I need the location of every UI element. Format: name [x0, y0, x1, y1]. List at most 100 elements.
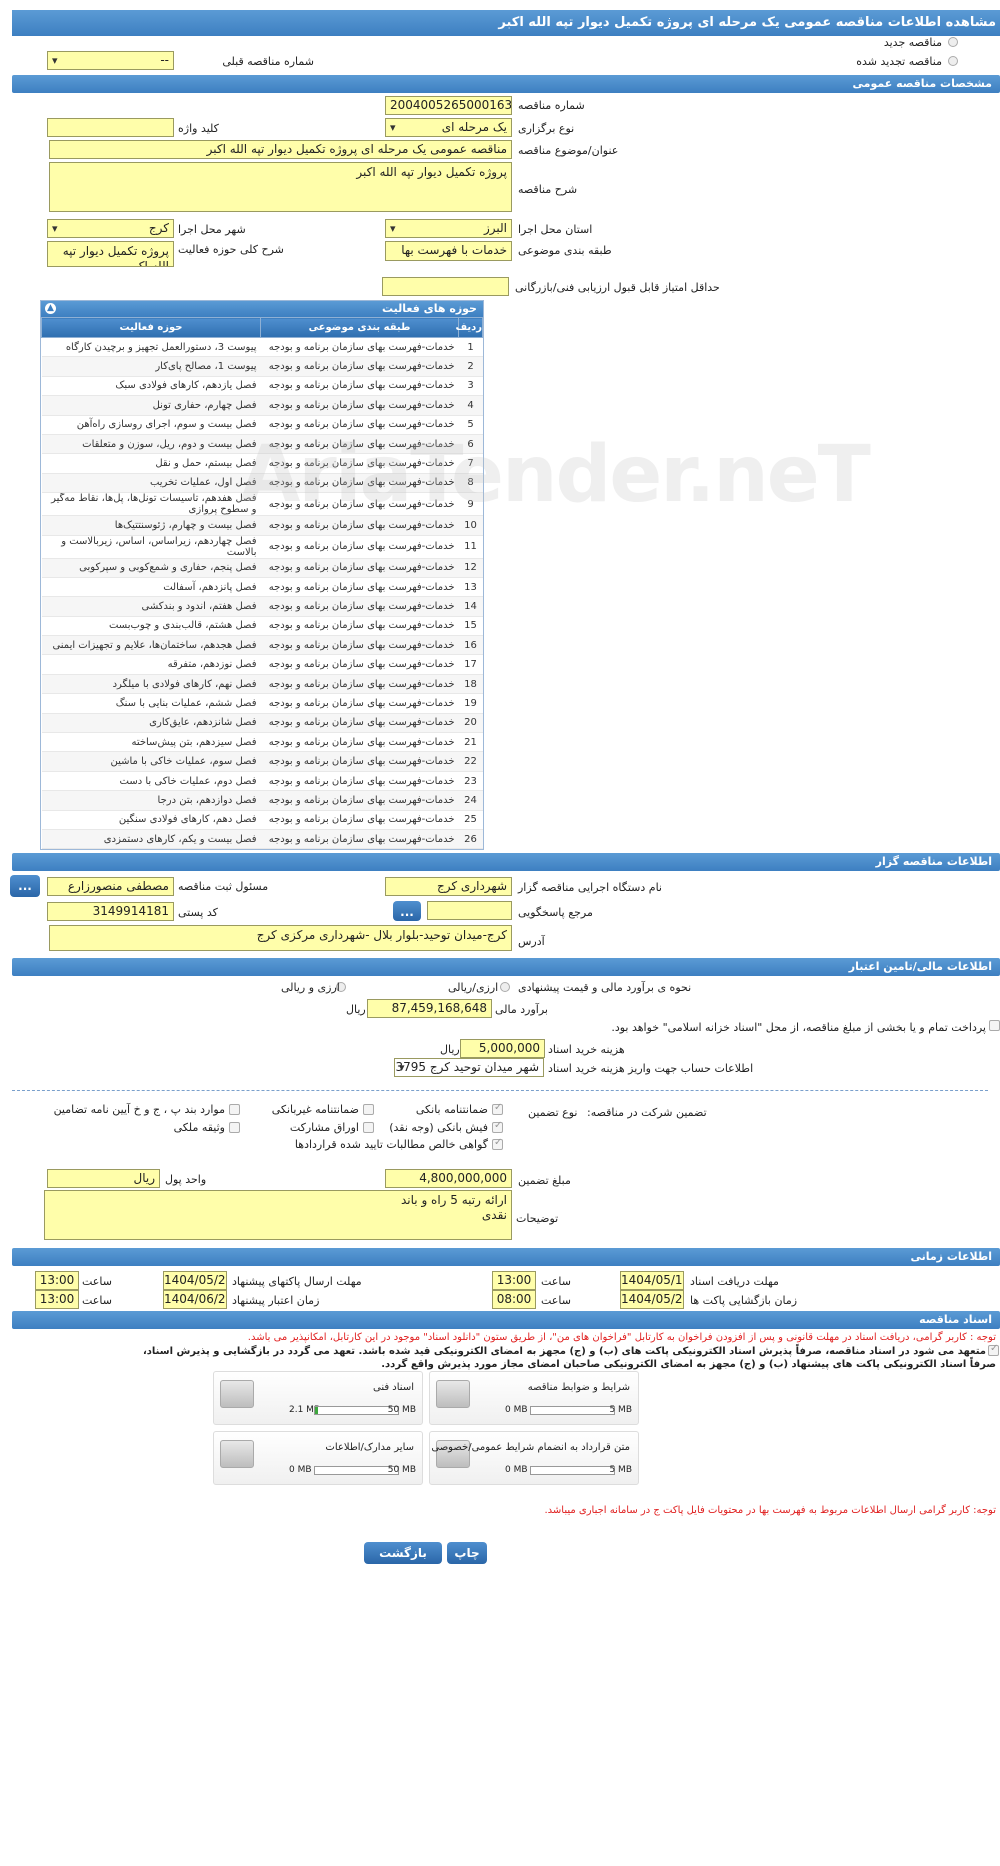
row-field: فصل هشتم، قالب‌بندی و چوب‌بست: [41, 616, 261, 637]
row-category: خدمات-فهرست بهای سازمان برنامه و بودجه: [260, 558, 459, 578]
prev-number-select[interactable]: --: [47, 51, 174, 70]
province-label: استان محل اجرا: [518, 223, 593, 236]
row-category: خدمات-فهرست بهای سازمان برنامه و بودجه: [260, 356, 459, 377]
document-name: اسناد فنی: [373, 1382, 414, 1393]
amount-field: 4,800,000,000: [385, 1169, 512, 1188]
document-slot[interactable]: سایر مدارک/اطلاعات 0 MB 50 MB: [213, 1431, 423, 1485]
document-max: 50 MB: [387, 1465, 416, 1475]
row-category: خدمات-فهرست بهای سازمان برنامه و بودجه: [260, 395, 459, 416]
row-field: فصل هفتم، اندود و بندکشی: [41, 596, 261, 617]
row-number: 21: [458, 732, 483, 753]
organizer-header: اطلاعات مناقصه گزار: [12, 853, 1000, 871]
currency-label: واحد پول: [165, 1173, 207, 1186]
back-button[interactable]: بازگشت: [364, 1542, 442, 1564]
account-select[interactable]: شهر میدان توحید کرج 3795.: [394, 1058, 544, 1077]
timing-header: اطلاعات زمانی: [12, 1248, 1000, 1266]
row-number: 23: [458, 771, 483, 792]
renewed-tender-radio[interactable]: [948, 56, 958, 66]
resp-label: مسئول ثبت مناقصه: [178, 880, 269, 893]
postal-field: 3149914181: [47, 902, 174, 921]
row-category: خدمات-فهرست بهای سازمان برنامه و بودجه: [260, 810, 459, 830]
keyword-label: کلید واژه: [178, 122, 219, 135]
row-field: فصل سیزدهم، بتن پیش‌ساخته: [41, 732, 261, 753]
activity-row: 2 خدمات-فهرست بهای سازمان برنامه و بودجه پ…: [41, 356, 483, 377]
keyword-field[interactable]: [47, 118, 174, 137]
ref-field[interactable]: [427, 901, 512, 920]
desc-label: شرح مناقصه: [518, 183, 578, 196]
page-title: مشاهده اطلاعات مناقصه عمومی یک مرحله ای …: [12, 10, 1000, 36]
activity-row: 22 خدمات-فهرست بهای سازمان برنامه و بودجه…: [41, 751, 483, 772]
category-field: خدمات با فهرست بها: [385, 241, 512, 261]
method-opt1-radio[interactable]: [500, 982, 510, 992]
guarantee-checkbox[interactable]: [229, 1104, 240, 1115]
row-field: فصل بیست و چهارم، ژئوسنتتیک‌ها: [41, 515, 261, 536]
submit-label: مهلت ارسال پاکتهای پیشنهاد: [232, 1275, 362, 1288]
collapse-icon[interactable]: ▲: [45, 303, 56, 314]
row-number: 16: [458, 635, 483, 656]
resp-more-button[interactable]: ...: [10, 875, 40, 897]
guarantee-option-label: فیش بانکی (وجه نقد): [389, 1121, 488, 1134]
document-size: 0 MB: [289, 1465, 312, 1475]
row-field: فصل ششم، عملیات بنایی با سنگ: [41, 693, 261, 714]
guarantee-checkbox[interactable]: [492, 1120, 503, 1133]
row-number: 18: [458, 674, 483, 695]
row-category: خدمات-فهرست بهای سازمان برنامه و بودجه: [260, 616, 459, 637]
row-number: 12: [458, 558, 483, 578]
treasury-checkbox[interactable]: [989, 1020, 1000, 1031]
guarantee-checkbox[interactable]: [363, 1122, 374, 1133]
type-select[interactable]: یک مرحله ای: [385, 118, 512, 137]
submit-time-label: ساعت: [82, 1275, 112, 1288]
row-field: فصل نهم، کارهای فولادی با میلگرد: [41, 674, 261, 695]
receive-time-label: ساعت: [541, 1275, 571, 1288]
activity-row: 13 خدمات-فهرست بهای سازمان برنامه و بودجه…: [41, 577, 483, 598]
row-field: فصل هجدهم، ساختمان‌ها، علایم و تجهیزات ا…: [41, 635, 261, 656]
province-select[interactable]: البرز: [385, 219, 512, 238]
scope-label: شرح کلی حوزه فعالیت: [178, 243, 284, 256]
col-row: ردیف: [455, 317, 483, 338]
notes-line1: ارائه رتبه 5 راه و باند: [401, 1193, 507, 1207]
row-category: خدمات-فهرست بهای سازمان برنامه و بودجه: [260, 337, 459, 358]
document-slot[interactable]: شرایط و ضوابط مناقصه 0 MB 5 MB: [429, 1371, 639, 1425]
notes-label: توضیحات: [516, 1212, 559, 1225]
addr-field: کرج-میدان توحید-بلوار بلال -شهرداری مرکز…: [49, 925, 512, 951]
account-value: شهر میدان توحید کرج 3795.: [395, 1060, 539, 1074]
guarantee-checkbox[interactable]: [492, 1137, 503, 1150]
folder-icon[interactable]: [436, 1380, 470, 1408]
document-slot[interactable]: متن قرارداد به انضمام شرایط عمومی/خصوصی 0…: [429, 1431, 639, 1485]
city-select[interactable]: کرج: [47, 219, 174, 238]
receive-date: 1404/05/11: [620, 1271, 684, 1290]
guarantee-option-label: موارد بند پ ، ج و خ آیین نامه تضامین: [53, 1103, 225, 1116]
guarantee-checkbox[interactable]: [492, 1102, 503, 1115]
addr-label: آدرس: [518, 935, 545, 948]
col-field: حوزه فعالیت: [41, 317, 261, 338]
document-slot[interactable]: اسناد فنی 2.1 MB 50 MB: [213, 1371, 423, 1425]
receive-time: 13:00: [492, 1271, 536, 1290]
min-score-field[interactable]: [382, 277, 509, 296]
est-label: برآورد مالی: [495, 1003, 548, 1016]
row-field: فصل شانزدهم، عایق‌کاری: [41, 713, 261, 734]
commit-checkbox[interactable]: [988, 1343, 999, 1356]
ref-more-button[interactable]: ...: [393, 901, 421, 921]
new-tender-radio[interactable]: [948, 37, 958, 47]
row-field: فصل سوم، عملیات خاکی با ماشین: [41, 751, 261, 772]
row-field: فصل هفدهم، تاسیسات تونل‌ها، پل‌ها، نقاط …: [41, 492, 261, 517]
folder-icon[interactable]: [220, 1380, 254, 1408]
method-label: نحوه ی برآورد مالی و قیمت پیشنهادی: [518, 981, 692, 994]
print-button[interactable]: چاپ: [447, 1542, 487, 1564]
folder-icon[interactable]: [220, 1440, 254, 1468]
row-number: 13: [458, 577, 483, 598]
row-field: فصل بیست و دوم، ریل، سوزن و متعلقات: [41, 434, 261, 455]
row-category: خدمات-فهرست بهای سازمان برنامه و بودجه: [260, 674, 459, 695]
row-number: 15: [458, 616, 483, 637]
guarantee-checkbox[interactable]: [229, 1122, 240, 1133]
guarantee-option-label: ضمانتنامه بانکی: [415, 1103, 488, 1116]
row-field: پیوست 3، دستورالعمل تجهیز و برچیدن کارگا…: [41, 337, 261, 358]
new-tender-label: مناقصه جدید: [883, 36, 942, 49]
guarantee-checkbox[interactable]: [363, 1104, 374, 1115]
guarantee-option-label: گواهی خالص مطالبات تایید شده قراردادها: [294, 1138, 488, 1151]
open-time-label: ساعت: [541, 1294, 571, 1307]
row-number: 24: [458, 790, 483, 811]
docs-note3: صرفاً اسناد الکترونیکی پاکت های پیشنهاد …: [381, 1359, 996, 1370]
guarantee-option-label: وثیقه ملکی: [173, 1121, 225, 1134]
row-category: خدمات-فهرست بهای سازمان برنامه و بودجه: [260, 771, 459, 792]
